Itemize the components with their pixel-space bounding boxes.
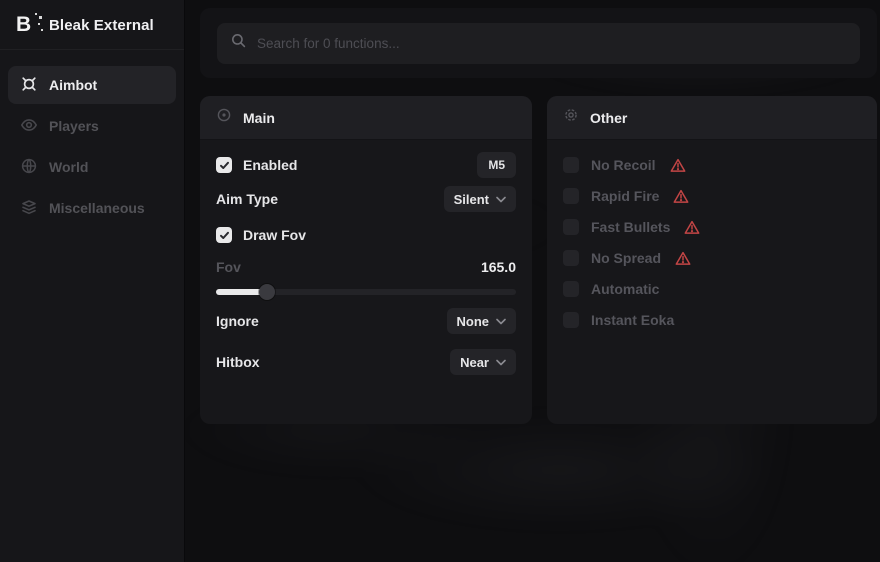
target-icon [216,107,232,128]
aim-type-dropdown[interactable]: Silent [444,186,516,212]
main-content: Main Enabled M5 [185,0,880,562]
toggle-label: No Spread [591,250,661,266]
app-window: B Bleak External Aimbot [0,0,880,562]
other-panel-body: No Recoil Rapid Fire [547,140,877,354]
toggle-label: Instant Eoka [591,312,674,328]
automatic-checkbox[interactable] [563,281,579,297]
slider-handle[interactable] [259,284,275,300]
sidebar-item-label: Miscellaneous [49,200,145,216]
keybind-button[interactable]: M5 [477,152,516,178]
chevron-down-icon [496,190,506,208]
search-panel [200,8,877,78]
main-panel: Main Enabled M5 [200,96,532,424]
aimbot-crosshair-icon [20,75,38,96]
sidebar-item-world[interactable]: World [8,148,176,186]
instant-eoka-checkbox[interactable] [563,312,579,328]
sidebar-nav: Aimbot Players World [0,50,184,243]
main-panel-header: Main [200,96,532,140]
sidebar-item-miscellaneous[interactable]: Miscellaneous [8,189,176,227]
warning-triangle-icon [675,251,691,266]
main-panel-body: Enabled M5 Aim Type Silent [200,140,532,391]
toggle-label: Rapid Fire [591,188,659,204]
enabled-label: Enabled [243,157,297,173]
toggle-label: No Recoil [591,157,656,173]
panel-title: Other [590,110,627,126]
toggle-row-automatic: Automatic [563,276,861,302]
sidebar-item-label: World [49,159,88,175]
enabled-checkbox[interactable] [216,157,232,173]
warning-triangle-icon [673,189,689,204]
aim-type-label: Aim Type [216,191,278,207]
hitbox-label: Hitbox [216,354,260,370]
aim-type-value: Silent [454,192,489,207]
toggle-row-no-recoil: No Recoil [563,152,861,178]
hitbox-row: Hitbox Near [216,349,516,375]
panel-title: Main [243,110,275,126]
draw-fov-row: Draw Fov [216,222,516,248]
rapid-fire-checkbox[interactable] [563,188,579,204]
toggle-label: Fast Bullets [591,219,670,235]
search-box[interactable] [217,23,860,64]
ignore-value: None [457,314,490,329]
ignore-row: Ignore None [216,308,516,334]
fov-label: Fov [216,259,241,275]
eye-icon [20,116,38,137]
fast-bullets-checkbox[interactable] [563,219,579,235]
sidebar-item-players[interactable]: Players [8,107,176,145]
draw-fov-checkbox[interactable] [216,227,232,243]
warning-triangle-icon [684,220,700,235]
chevron-down-icon [496,312,506,330]
sidebar-item-label: Players [49,118,99,134]
globe-icon [20,157,38,178]
toggle-row-no-spread: No Spread [563,245,861,271]
fov-value-row: Fov 165.0 [216,258,516,276]
warning-triangle-icon [670,158,686,173]
sidebar: B Bleak External Aimbot [0,0,185,562]
fov-slider[interactable] [216,284,516,300]
toggle-row-instant-eoka: Instant Eoka [563,307,861,333]
other-panel: Other No Recoil Rapid Fi [547,96,877,424]
other-panel-header: Other [547,96,877,140]
gear-icon [563,107,579,128]
toggle-row-rapid-fire: Rapid Fire [563,183,861,209]
sidebar-item-label: Aimbot [49,77,97,93]
hitbox-dropdown[interactable]: Near [450,349,516,375]
draw-fov-label: Draw Fov [243,227,306,243]
search-input[interactable] [257,36,846,51]
app-title: Bleak External [49,17,154,34]
ignore-label: Ignore [216,313,259,329]
search-icon [231,33,246,53]
app-header: B Bleak External [0,0,184,50]
hitbox-value: Near [460,355,489,370]
no-spread-checkbox[interactable] [563,250,579,266]
enabled-row: Enabled M5 [216,152,516,178]
no-recoil-checkbox[interactable] [563,157,579,173]
sidebar-item-aimbot[interactable]: Aimbot [8,66,176,104]
fov-value: 165.0 [481,259,516,275]
panels-row: Main Enabled M5 [200,96,877,424]
chevron-down-icon [496,353,506,371]
toggle-label: Automatic [591,281,659,297]
aim-type-row: Aim Type Silent [216,186,516,212]
toggle-row-fast-bullets: Fast Bullets [563,214,861,240]
ignore-dropdown[interactable]: None [447,308,517,334]
layers-icon [20,198,38,219]
app-logo-icon: B [16,14,38,36]
